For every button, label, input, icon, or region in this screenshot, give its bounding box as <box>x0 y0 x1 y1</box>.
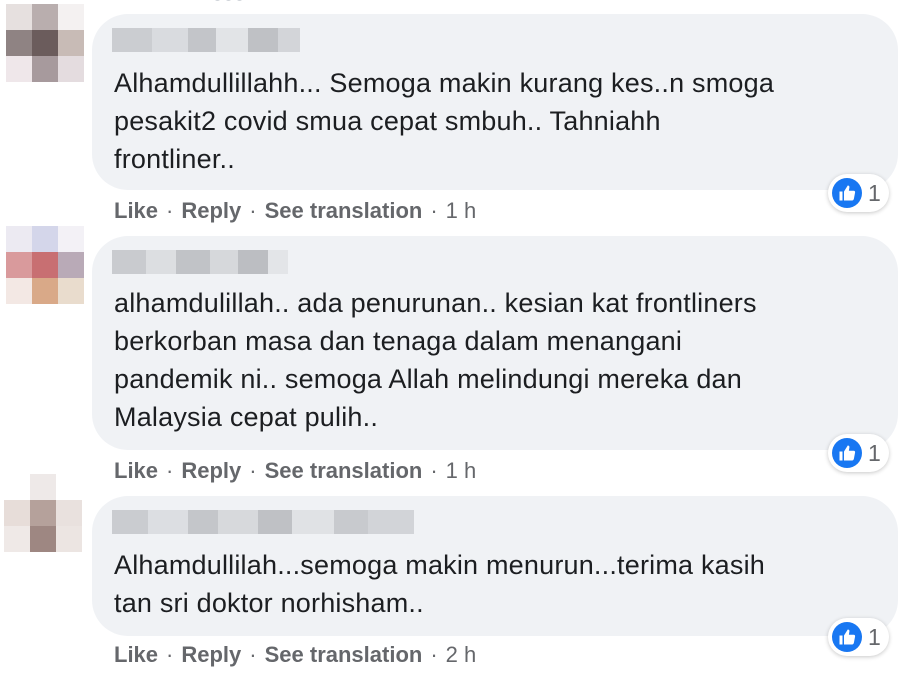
commenter-name-blurred[interactable] <box>112 510 414 534</box>
avatar[interactable] <box>6 4 84 82</box>
comment-bubble: Alhamdullilah...semoga makin menurun...t… <box>92 496 898 636</box>
dot-icon <box>225 0 232 1</box>
separator: · <box>430 198 438 223</box>
like-link[interactable]: Like <box>114 198 158 224</box>
separator: · <box>430 642 438 667</box>
reaction-count: 1 <box>868 623 881 650</box>
reaction-count-badge[interactable]: 1 <box>828 434 889 472</box>
comment-actions: Like · Reply · See translation · 1 h <box>114 198 476 224</box>
previous-comment-reactions-fragment <box>214 0 244 4</box>
comment-timestamp[interactable]: 1 h <box>446 198 477 224</box>
separator: · <box>249 458 257 483</box>
see-translation-link[interactable]: See translation <box>265 642 423 668</box>
reply-link[interactable]: Reply <box>181 458 241 484</box>
reaction-count-badge[interactable]: 1 <box>828 618 889 656</box>
separator: · <box>166 458 174 483</box>
separator: · <box>430 458 438 483</box>
commenter-name-blurred[interactable] <box>112 28 300 52</box>
reaction-count-badge[interactable]: 1 <box>828 174 889 212</box>
separator: · <box>249 642 257 667</box>
separator: · <box>166 198 174 223</box>
dot-icon <box>214 0 221 1</box>
reply-link[interactable]: Reply <box>181 198 241 224</box>
reaction-count: 1 <box>868 439 881 466</box>
see-translation-link[interactable]: See translation <box>265 458 423 484</box>
dot-icon <box>236 0 243 1</box>
see-translation-link[interactable]: See translation <box>265 198 423 224</box>
reply-link[interactable]: Reply <box>181 642 241 668</box>
separator: · <box>166 642 174 667</box>
comment-text: alhamdulillah.. ada penurunan.. kesian k… <box>114 288 757 432</box>
comment-text: Alhamdullillahh... Semoga makin kurang k… <box>114 68 775 174</box>
comment-timestamp[interactable]: 1 h <box>446 458 477 484</box>
like-icon <box>832 438 862 468</box>
commenter-name-blurred[interactable] <box>112 250 288 274</box>
like-icon <box>832 622 862 652</box>
like-link[interactable]: Like <box>114 458 158 484</box>
separator: · <box>249 198 257 223</box>
reaction-count: 1 <box>868 179 881 206</box>
comment-text: Alhamdullilah...semoga makin menurun...t… <box>114 550 765 618</box>
like-icon <box>832 178 862 208</box>
comment-bubble: alhamdulillah.. ada penurunan.. kesian k… <box>92 236 898 450</box>
avatar[interactable] <box>6 226 84 304</box>
avatar[interactable] <box>4 474 82 552</box>
like-link[interactable]: Like <box>114 642 158 668</box>
comment-actions: Like · Reply · See translation · 2 h <box>114 642 476 668</box>
comment-bubble: Alhamdullillahh... Semoga makin kurang k… <box>92 14 898 190</box>
comment-timestamp[interactable]: 2 h <box>446 642 477 668</box>
comments-panel: Alhamdullillahh... Semoga makin kurang k… <box>0 0 920 680</box>
comment-actions: Like · Reply · See translation · 1 h <box>114 458 476 484</box>
